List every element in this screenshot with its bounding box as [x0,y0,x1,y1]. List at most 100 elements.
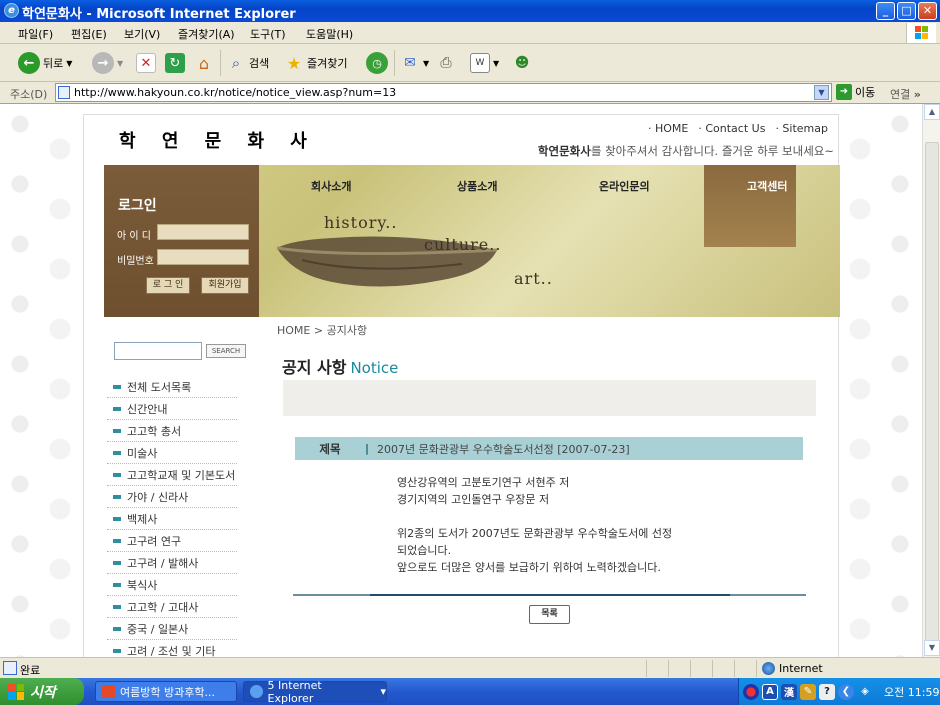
ie-icon [250,685,263,698]
korean-flag-icon[interactable] [743,683,759,700]
join-button[interactable]: 회원가입 [201,277,249,294]
vertical-scrollbar[interactable]: ▲ ▼ [922,104,940,657]
banner-word-art: art.. [514,269,553,288]
links-label: 연결 [890,88,911,101]
mail-button[interactable]: ✉ ▼ [400,50,429,76]
go-arrow-icon: ➜ [836,84,852,100]
category-label: 고려 / 조선 및 기타 [127,644,216,658]
start-button[interactable]: 시작 [0,678,84,705]
back-label: 뒤로 [43,57,64,70]
forward-dropdown-icon: ▼ [117,58,124,68]
id-input[interactable] [157,224,249,240]
category-item[interactable]: 고려 / 조선 및 기타 [107,640,237,657]
arrow-left-icon[interactable]: ❮ [838,683,854,700]
ime-hanja-icon[interactable]: 漢 [781,683,797,700]
star-icon: ★ [286,53,302,73]
home-button[interactable]: ⌂ [194,50,214,76]
welcome-brand: 학연문화사 [537,144,591,158]
menu-tools[interactable]: 도구(T) [250,26,286,42]
status-text: 완료 [20,664,41,677]
favorites-button[interactable]: ★ 즐겨찾기 [284,50,348,76]
bullet-icon [113,604,121,609]
bullet-icon [113,384,121,389]
messenger-button[interactable]: ☻ [512,50,532,76]
links-more-icon: » [913,88,921,101]
bullet-icon [113,450,121,455]
category-item[interactable]: 중국 / 일본사 [107,618,237,640]
welcome-message: 학연문화사를 찾아주셔서 감사합니다. 즐거운 하루 보내세요~ [538,143,834,159]
search-label: 검색 [249,57,270,70]
refresh-button[interactable]: ↻ [165,50,185,76]
site-logo[interactable]: 학 연 문 화 사 [119,127,317,153]
nav-customer-center[interactable]: 고객센터 [747,178,787,194]
search-button[interactable]: ⌕ 검색 [226,50,269,76]
print-button[interactable]: ⎙ [436,50,456,76]
help-icon[interactable]: ? [819,683,835,700]
taskbar-item-label: 여름방학 방과후학... [120,685,215,699]
menu-favorites[interactable]: 즐겨찾기(A) [178,26,235,42]
close-button[interactable]: ✕ [918,2,937,20]
back-dropdown-icon: ▼ [66,58,73,68]
category-item[interactable]: 고구려 연구 [107,530,237,552]
list-button[interactable]: 목록 [529,605,570,624]
category-item[interactable]: 전체 도서목록 [107,376,237,398]
password-input[interactable] [157,249,249,265]
notice-main: 공지 사항 Notice 제목 | 2007년 문화관광부 우수학술도서선정 [2… [264,328,819,657]
windows-logo-icon [8,683,24,700]
category-item[interactable]: 신간안내 [107,398,237,420]
taskbar-item-document[interactable]: 여름방학 방과후학... [95,681,237,702]
banner-word-culture: culture.. [424,235,502,254]
toplink-home[interactable]: · HOME [648,122,688,135]
category-item[interactable]: 고고학 / 고대사 [107,596,237,618]
nav-inquiry[interactable]: 온라인문의 [599,178,650,194]
bullet-icon [113,626,121,631]
maximize-button[interactable]: □ [897,2,916,20]
search-submit-button[interactable]: SEARCH [206,344,246,358]
category-item[interactable]: 백제사 [107,508,237,530]
site-page: 학 연 문 화 사 · HOME · Contact Us · Sitemap … [83,114,840,657]
welcome-text: 를 찾아주셔서 감사합니다. 즐거운 하루 보내세요~ [590,144,834,158]
sidebar: SEARCH 전체 도서목록 신간안내 고고학 총서 미술사 고고학교재 및 기본도서 가… [104,328,259,657]
menu-help[interactable]: 도움말(H) [306,26,353,42]
login-button[interactable]: 로 그 인 [146,277,190,294]
address-input[interactable]: http://www.hakyoun.co.kr/notice/notice_v… [55,83,832,102]
back-button[interactable]: ← 뒤로 ▼ [18,50,72,76]
stop-button[interactable]: ✕ [136,50,156,76]
scroll-up-icon[interactable]: ▲ [924,104,940,120]
category-item[interactable]: 가야 / 신라사 [107,486,237,508]
nav-company[interactable]: 회사소개 [311,178,351,194]
taskbar-item-ie[interactable]: 5 Internet Explorer ▾ [243,679,387,705]
tray-app-icon[interactable]: ✎ [800,683,816,700]
toplink-sitemap[interactable]: · Sitemap [775,122,828,135]
windows-flag-icon [906,23,936,43]
category-item[interactable]: 미술사 [107,442,237,464]
category-item[interactable]: 고고학교재 및 기본도서 [107,464,237,486]
category-item[interactable]: 고고학 총서 [107,420,237,442]
category-item[interactable]: 고구려 / 발해사 [107,552,237,574]
minimize-button[interactable]: _ [876,2,895,20]
page-title: 공지 사항 Notice [282,354,398,378]
menu-file[interactable]: 파일(F) [18,26,53,42]
nav-products[interactable]: 상품소개 [457,178,497,194]
network-icon[interactable]: ◈ [857,684,873,700]
toplink-contact[interactable]: · Contact Us [698,122,765,135]
go-button[interactable]: ➜ 이동 [836,84,875,100]
links-button[interactable]: 연결 » [890,86,921,102]
scroll-thumb[interactable] [925,142,939,642]
ime-lang-icon[interactable]: A [762,683,778,700]
bullet-icon [113,582,121,587]
scroll-down-icon[interactable]: ▼ [924,640,940,656]
back-arrow-icon: ← [18,52,40,74]
edit-button[interactable]: W ▼ [470,50,499,76]
menu-view[interactable]: 보기(V) [124,26,160,42]
book-search-input[interactable] [114,342,202,360]
category-item[interactable]: 북식사 [107,574,237,596]
bullet-icon [113,494,121,499]
forward-button[interactable]: → ▼ [92,50,123,76]
bullet-icon [113,516,121,521]
address-dropdown-button[interactable]: ▼ [814,85,829,100]
category-label: 백제사 [127,512,158,526]
history-button[interactable]: ◷ [366,50,388,76]
menu-edit[interactable]: 편집(E) [71,26,107,42]
page-title-english: Notice [350,359,399,377]
